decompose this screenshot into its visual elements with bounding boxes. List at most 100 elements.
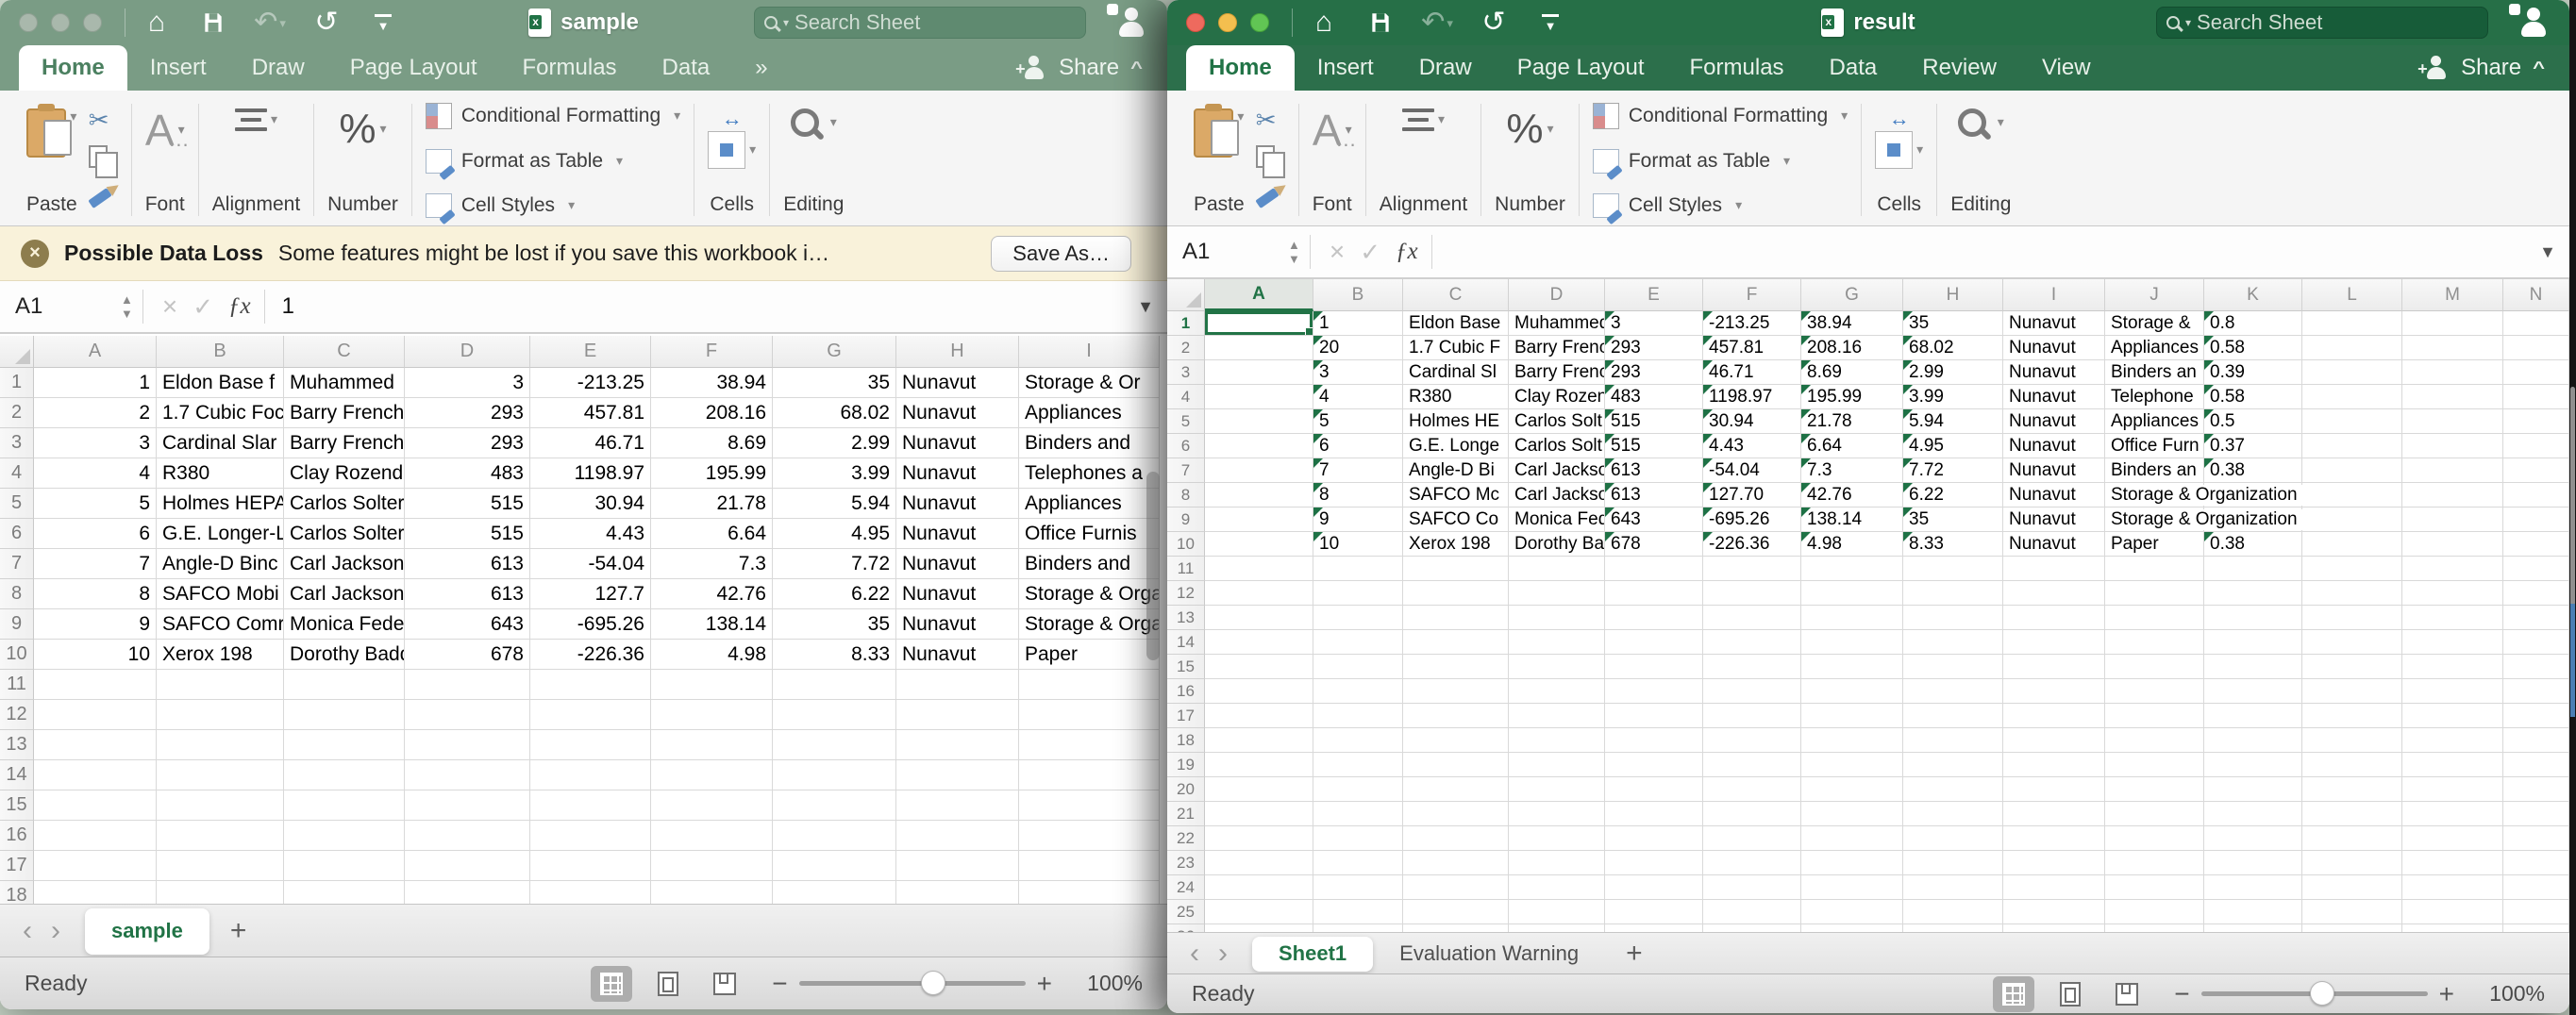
column-header-A[interactable]: A	[1205, 279, 1313, 311]
cell-E24[interactable]	[1605, 875, 1703, 900]
cell-A26[interactable]	[1205, 924, 1313, 932]
column-header-D[interactable]: D	[1509, 279, 1605, 311]
cell-G3[interactable]: 2.99	[773, 428, 896, 458]
cell-D2[interactable]: 293	[405, 398, 530, 428]
cell-M19[interactable]	[2402, 753, 2503, 777]
cell-A17[interactable]	[1205, 704, 1313, 728]
cell-K24[interactable]	[2204, 875, 2302, 900]
cell-D22[interactable]	[1509, 826, 1605, 851]
cell-K16[interactable]	[2204, 679, 2302, 704]
cell-H22[interactable]	[1903, 826, 2003, 851]
cell-C8[interactable]: SAFCO Mc	[1403, 483, 1509, 508]
cell-D2[interactable]: Barry Frenc	[1509, 336, 1605, 360]
cell-F10[interactable]: -226.36	[1703, 532, 1801, 557]
cell-K25[interactable]	[2204, 900, 2302, 924]
cell-I7[interactable]: Nunavut	[2003, 458, 2105, 483]
cell-L1[interactable]	[2302, 311, 2402, 336]
cell-F8[interactable]: 42.76	[651, 579, 773, 609]
cell-A12[interactable]	[1205, 581, 1313, 606]
cell-A4[interactable]: 4	[34, 458, 157, 489]
cell-G25[interactable]	[1801, 900, 1903, 924]
cell-B20[interactable]	[1313, 777, 1403, 802]
cell-C10[interactable]: Dorothy Badd	[284, 640, 405, 670]
cell-N14[interactable]	[2503, 630, 2569, 655]
row-header-25[interactable]: 25	[1167, 900, 1205, 924]
search-input[interactable]: ▾ Search Sheet	[2156, 7, 2488, 39]
cell-L13[interactable]	[2302, 606, 2402, 630]
cell-C9[interactable]: Monica Fede	[284, 609, 405, 640]
cell-J2[interactable]: Appliances	[2105, 336, 2204, 360]
cell-A3[interactable]	[1205, 360, 1313, 385]
cell-I9[interactable]: Nunavut	[2003, 508, 2105, 532]
cell-C6[interactable]: G.E. Longe	[1403, 434, 1509, 458]
cell-N4[interactable]	[2503, 385, 2569, 409]
tab-formulas[interactable]: Formulas	[1667, 45, 1807, 91]
normal-view-button[interactable]	[1993, 976, 2034, 1012]
cell-K10[interactable]: 0.38	[2204, 532, 2302, 557]
toolbar-options-icon[interactable]: ▼	[1536, 8, 1564, 37]
cell-A1[interactable]: 1	[34, 368, 157, 398]
row-header-15[interactable]: 15	[0, 790, 34, 821]
cell-E6[interactable]: 515	[1605, 434, 1703, 458]
cell-J21[interactable]	[2105, 802, 2204, 826]
cell-B8[interactable]: 8	[1313, 483, 1403, 508]
zoom-slider[interactable]	[799, 981, 1026, 986]
cell-A5[interactable]: 5	[34, 489, 157, 519]
cell-D17[interactable]	[405, 851, 530, 881]
cell-F13[interactable]	[651, 730, 773, 760]
page-break-view-button[interactable]	[2106, 976, 2148, 1012]
cell-K23[interactable]	[2204, 851, 2302, 875]
share-person-icon[interactable]	[2518, 8, 2551, 38]
cell-J13[interactable]	[2105, 606, 2204, 630]
cell-G13[interactable]	[773, 730, 896, 760]
format-painter-icon[interactable]	[1256, 178, 1285, 207]
cell-H18[interactable]	[896, 881, 1019, 904]
cell-G13[interactable]	[1801, 606, 1903, 630]
cell-B18[interactable]	[157, 881, 284, 904]
spreadsheet-grid[interactable]: ABCDEFGHI11Eldon Base fMuhammed3-213.253…	[0, 336, 1167, 904]
cell-C19[interactable]	[1403, 753, 1509, 777]
editing-button[interactable]: ▾Editing	[1950, 105, 2011, 216]
cell-H13[interactable]	[1903, 606, 2003, 630]
cell-C25[interactable]	[1403, 900, 1509, 924]
cell-C3[interactable]: Cardinal Sl	[1403, 360, 1509, 385]
cell-H1[interactable]: 35	[1903, 311, 2003, 336]
cell-C6[interactable]: Carlos Solter	[284, 519, 405, 549]
cell-I25[interactable]	[2003, 900, 2105, 924]
cell-H19[interactable]	[1903, 753, 2003, 777]
cell-I15[interactable]	[1019, 790, 1160, 821]
cell-A20[interactable]	[1205, 777, 1313, 802]
cell-N10[interactable]	[2503, 532, 2569, 557]
cell-G2[interactable]: 208.16	[1801, 336, 1903, 360]
cell-E5[interactable]: 30.94	[530, 489, 651, 519]
cell-H24[interactable]	[1903, 875, 2003, 900]
cell-N23[interactable]	[2503, 851, 2569, 875]
cell-A14[interactable]	[1205, 630, 1313, 655]
cell-B15[interactable]	[1313, 655, 1403, 679]
cell-B5[interactable]: Holmes HEPA	[157, 489, 284, 519]
cell-L7[interactable]	[2302, 458, 2402, 483]
cell-F19[interactable]	[1703, 753, 1801, 777]
cell-F5[interactable]: 21.78	[651, 489, 773, 519]
cell-E3[interactable]: 293	[1605, 360, 1703, 385]
cell-A13[interactable]	[34, 730, 157, 760]
format-painter-icon[interactable]	[89, 178, 118, 207]
cell-E2[interactable]: 293	[1605, 336, 1703, 360]
cell-C17[interactable]	[284, 851, 405, 881]
cell-A7[interactable]	[1205, 458, 1313, 483]
cell-M20[interactable]	[2402, 777, 2503, 802]
cell-A16[interactable]	[34, 821, 157, 851]
cell-J14[interactable]	[2105, 630, 2204, 655]
cell-C26[interactable]	[1403, 924, 1509, 932]
cell-H20[interactable]	[1903, 777, 2003, 802]
cell-J3[interactable]: Binders an	[2105, 360, 2204, 385]
cell-G1[interactable]: 35	[773, 368, 896, 398]
cell-F2[interactable]: 457.81	[1703, 336, 1801, 360]
cell-F25[interactable]	[1703, 900, 1801, 924]
page-layout-view-button[interactable]	[647, 966, 689, 1002]
sheet-tab-evaluation-warning[interactable]: Evaluation Warning	[1373, 933, 1605, 973]
editing-button[interactable]: ▾Editing	[783, 105, 844, 216]
cell-G15[interactable]	[1801, 655, 1903, 679]
cell-G3[interactable]: 8.69	[1801, 360, 1903, 385]
cell-C4[interactable]: Clay Rozenda	[284, 458, 405, 489]
